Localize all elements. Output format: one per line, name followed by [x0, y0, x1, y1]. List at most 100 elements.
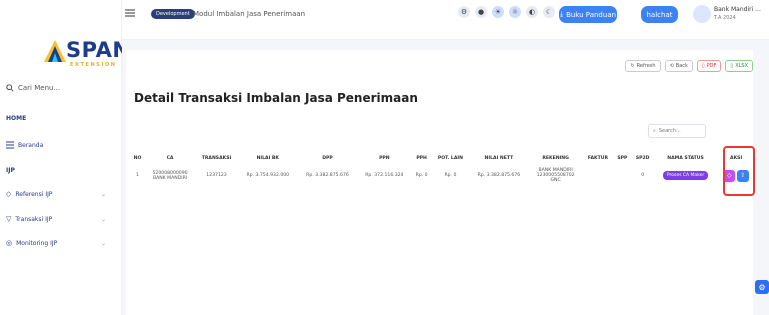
header-sp2d: SP2D: [631, 152, 654, 165]
search-input[interactable]: ⌕ Search...: [648, 124, 706, 138]
cell-sp2d: 0: [641, 173, 645, 178]
user-fiscal-year: T.A 2024: [714, 15, 736, 21]
refresh-button[interactable]: ↻ Refresh: [625, 60, 661, 72]
back-icon: ⟲: [669, 63, 674, 69]
search-icon: [6, 84, 14, 92]
cell-faktur: [582, 165, 613, 186]
table-row: 1 520008000090 BANK MANDIRI 1237123 Rp. …: [130, 165, 755, 186]
header-transaksi: TRANSAKSI: [195, 152, 238, 165]
cell-pot-lain: Rp. 0: [444, 173, 457, 178]
settings-fab[interactable]: ⚙: [755, 280, 769, 294]
header-pot-lain: POT. LAIN: [431, 152, 470, 165]
cell-ppn: Rp. 372.116.324: [365, 173, 404, 178]
sidebar-item-beranda[interactable]: Beranda: [6, 139, 116, 151]
light-theme-icon[interactable]: ☼: [509, 6, 521, 18]
refresh-icon: ↻: [630, 63, 635, 69]
back-label: Back: [675, 63, 688, 69]
cell-nama-status: Proses CA Maker: [654, 165, 717, 186]
environment-badge: Development: [151, 9, 195, 19]
header-pph: PPH: [411, 152, 432, 165]
download-icon: ⤓: [559, 10, 564, 18]
sidebar-item-referensi-ijp[interactable]: ◇ Referensi IJP ⌄: [6, 188, 116, 200]
buku-panduan-button[interactable]: ⤓ Buku Panduan: [559, 6, 617, 23]
hamburger-icon[interactable]: [125, 9, 135, 17]
sidebar: SPAN EXTENSION Cari Menu... HOME Beranda…: [0, 0, 130, 315]
xlsx-label: XLSX: [735, 63, 748, 69]
ca-code: 520008000090: [152, 170, 188, 176]
menu-search-input[interactable]: Cari Menu...: [6, 81, 116, 95]
cart-icon: ▽: [6, 215, 12, 223]
cell-pph: Rp. 0: [415, 173, 428, 178]
sidebar-item-label: Monitoring IJP: [16, 239, 58, 247]
moon-icon[interactable]: ☾: [543, 6, 555, 18]
search-placeholder: Search...: [658, 128, 681, 134]
header-no: NO: [130, 152, 146, 165]
toggle-icon[interactable]: ●: [475, 6, 487, 18]
cell-ca: 520008000090 BANK MANDIRI: [145, 165, 195, 186]
cell-dpp: Rp. 3.382.875.676: [306, 173, 349, 178]
back-button[interactable]: ⟲ Back: [664, 60, 693, 72]
transaksi-table: NO CA TRANSAKSI NILAI BK DPP PPN PPH POT…: [130, 152, 755, 186]
topbar: Development Modul Imbalan Jasa Penerimaa…: [122, 0, 769, 40]
rekening-extra: GNC: [550, 178, 561, 183]
header-ppn: PPN: [357, 152, 412, 165]
cell-spp: [613, 165, 631, 186]
menu-icon: [6, 141, 14, 149]
highlight-box: [723, 146, 755, 196]
sidebar-item-monitoring-ijp[interactable]: ◎ Monitoring IJP ⌄: [6, 237, 116, 249]
logo-tagline: EXTENSION: [70, 62, 117, 68]
avatar[interactable]: [693, 5, 711, 23]
module-title: Modul Imbalan Jasa Penerimaan: [193, 10, 306, 18]
menu-section-home: HOME: [6, 115, 27, 122]
contrast-icon[interactable]: ◐: [526, 6, 538, 18]
main-content: ↻ Refresh ⟲ Back ▯ PDF ▯ XLSX Detail Tra…: [122, 40, 769, 315]
halchat-label: halchat: [646, 10, 673, 19]
search-icon: ⌕: [653, 128, 656, 134]
sidebar-item-label: Beranda: [18, 141, 44, 149]
cell-no: 1: [136, 173, 139, 178]
topbar-icon-group: ⚙ ● ☀ ☼ ◐ ☾: [458, 6, 555, 18]
header-ca: CA: [145, 152, 196, 165]
menu-section-ijp: IJP: [6, 167, 15, 174]
header-dpp: DPP: [297, 152, 358, 165]
menu-search-placeholder: Cari Menu...: [18, 84, 61, 92]
refresh-label: Refresh: [636, 63, 656, 69]
pdf-icon: ▯: [701, 63, 705, 69]
action-toolbar: ↻ Refresh ⟲ Back ▯ PDF ▯ XLSX: [625, 60, 753, 72]
header-spp: SPP: [613, 152, 632, 165]
header-nilai-bk: NILAI BK: [237, 152, 298, 165]
sun-icon[interactable]: ☀: [492, 6, 504, 18]
sidebar-item-label: Referensi IJP: [15, 190, 53, 198]
settings-icon[interactable]: ⚙: [458, 6, 470, 18]
cell-rekening: BANK MANDIRI 1230005508702 GNC: [529, 165, 583, 186]
table-header-row: NO CA TRANSAKSI NILAI BK DPP PPN PPH POT…: [130, 152, 755, 165]
app-root: SPAN EXTENSION Cari Menu... HOME Beranda…: [0, 0, 769, 315]
buku-panduan-label: Buku Panduan: [566, 10, 617, 19]
halchat-button[interactable]: halchat: [641, 6, 678, 23]
cell-transaksi: 1237123: [206, 173, 227, 178]
detail-panel: ↻ Refresh ⟲ Back ▯ PDF ▯ XLSX Detail Tra…: [126, 50, 755, 315]
ca-name: BANK MANDIRI: [152, 175, 188, 181]
cell-nilai-bk: Rp. 3.754.932.000: [246, 173, 290, 178]
status-badge: Proses CA Maker: [662, 171, 709, 180]
target-icon: ◎: [6, 239, 13, 247]
pdf-button[interactable]: ▯ PDF: [696, 60, 722, 72]
cell-nilai-nett: Rp. 3.382.875.676: [477, 173, 521, 178]
header-nama-status: NAMA STATUS: [653, 152, 718, 165]
sidebar-item-transaksi-ijp[interactable]: ▽ Transaksi IJP ⌄: [6, 213, 116, 225]
page-title: Detail Transaksi Imbalan Jasa Penerimaan: [134, 91, 418, 105]
logo-name: SPAN: [66, 38, 131, 62]
header-faktur: FAKTUR: [582, 152, 614, 165]
header-nilai-nett: NILAI NETT: [469, 152, 529, 165]
tag-icon: ◇: [6, 190, 12, 198]
user-name[interactable]: Bank Mandiri ...: [714, 6, 761, 13]
header-rekening: REKENING: [528, 152, 583, 165]
sidebar-item-label: Transaksi IJP: [15, 215, 53, 223]
chevron-down-icon: ⌄: [100, 239, 106, 247]
pdf-label: PDF: [706, 63, 717, 69]
xlsx-button[interactable]: ▯ XLSX: [725, 60, 753, 72]
chevron-down-icon: ⌄: [100, 190, 106, 198]
chevron-down-icon: ⌄: [100, 215, 106, 223]
logo-icon: [44, 40, 66, 62]
app-logo[interactable]: SPAN EXTENSION: [22, 18, 130, 68]
